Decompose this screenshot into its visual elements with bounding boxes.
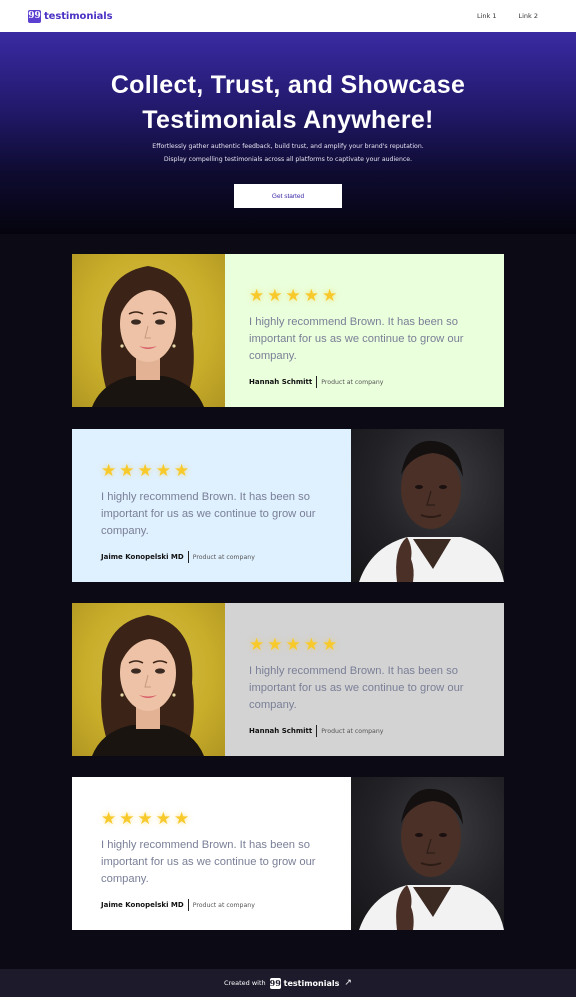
logo[interactable]: 99 testimonials [28, 9, 113, 23]
hero-title: Collect, Trust, and Showcase Testimonial… [0, 68, 576, 138]
star-icon: ★ [137, 461, 153, 481]
customer-photo [72, 603, 225, 756]
star-icon: ★ [322, 286, 338, 306]
star-icon: ★ [137, 809, 153, 829]
author: Hannah Schmitt Product at company [249, 376, 383, 388]
author: Jaime Konopelski MD Product at company [101, 551, 255, 563]
divider [187, 551, 189, 563]
rating-stars: ★ ★ ★ ★ ★ [249, 288, 337, 305]
man-portrait-image [351, 777, 504, 930]
testimonial-quote: I highly recommend Brown. It has been so… [249, 665, 464, 711]
star-icon: ★ [303, 286, 319, 306]
rating-stars: ★ ★ ★ ★ ★ [249, 637, 337, 654]
star-icon: ★ [285, 286, 301, 306]
rating-stars: ★ ★ ★ ★ ★ [101, 463, 189, 480]
woman-portrait-image [72, 603, 225, 756]
author-name: Jaime Konopelski MD [101, 553, 184, 561]
testimonial-quote: I highly recommend Brown. It has been so… [249, 316, 464, 362]
star-icon: ★ [303, 635, 319, 655]
hero-subtitle-line-1: Effortlessly gather authentic feedback, … [152, 143, 424, 150]
star-icon: ★ [285, 635, 301, 655]
author-name: Jaime Konopelski MD [101, 901, 184, 909]
star-icon: ★ [249, 286, 265, 306]
top-nav: 99 testimonials Link 1 Link 2 [0, 0, 576, 32]
author-name: Hannah Schmitt [249, 727, 313, 735]
testimonial-quote: I highly recommend Brown. It has been so… [101, 491, 316, 537]
star-icon: ★ [322, 635, 338, 655]
testimonial-card: ★ ★ ★ ★ ★ I highly recommend Brown. It h… [72, 603, 504, 756]
testimonial-content: ★ ★ ★ ★ ★ I highly recommend Brown. It h… [72, 429, 351, 582]
star-icon: ★ [249, 635, 265, 655]
testimonial-quote: I highly recommend Brown. It has been so… [101, 839, 316, 885]
testimonial-content: ★ ★ ★ ★ ★ I highly recommend Brown. It h… [225, 603, 504, 756]
author-name: Hannah Schmitt [249, 378, 313, 386]
footer-brand: testimonials [283, 978, 340, 988]
star-icon: ★ [155, 809, 171, 829]
get-started-button[interactable]: Get started [234, 184, 342, 208]
testimonial-content: ★ ★ ★ ★ ★ I highly recommend Brown. It h… [72, 777, 351, 930]
author-role: Product at company [192, 553, 255, 561]
footer-credit: Created with [224, 979, 266, 987]
star-icon: ★ [174, 461, 190, 481]
star-icon: ★ [267, 286, 283, 306]
hero-subtitle: Effortlessly gather authentic feedback, … [0, 140, 576, 166]
man-portrait-image [351, 429, 504, 582]
customer-photo [72, 254, 225, 407]
testimonial-card: ★ ★ ★ ★ ★ I highly recommend Brown. It h… [72, 429, 504, 582]
star-icon: ★ [101, 809, 117, 829]
star-icon: ★ [267, 635, 283, 655]
nav-link-1[interactable]: Link 1 [477, 12, 497, 20]
testimonial-card: ★ ★ ★ ★ ★ I highly recommend Brown. It h… [72, 254, 504, 407]
divider [316, 376, 318, 388]
logo-text: testimonials [44, 10, 113, 22]
footer: Created with 99 testimonials ↗ [0, 969, 576, 997]
author: Jaime Konopelski MD Product at company [101, 899, 255, 911]
divider [187, 899, 189, 911]
woman-portrait-image [72, 254, 225, 407]
nav-links: Link 1 Link 2 [477, 12, 538, 20]
testimonial-content: ★ ★ ★ ★ ★ I highly recommend Brown. It h… [225, 254, 504, 407]
star-icon: ★ [101, 461, 117, 481]
testimonial-card: ★ ★ ★ ★ ★ I highly recommend Brown. It h… [72, 777, 504, 930]
star-icon: ★ [119, 809, 135, 829]
hero: Collect, Trust, and Showcase Testimonial… [0, 32, 576, 234]
customer-photo [351, 777, 504, 930]
author: Hannah Schmitt Product at company [249, 725, 383, 737]
nav-link-2[interactable]: Link 2 [518, 12, 538, 20]
rating-stars: ★ ★ ★ ★ ★ [101, 811, 189, 828]
footer-brand-link[interactable]: 99 testimonials ↗ [269, 977, 352, 989]
hero-title-line-2: Testimonials Anywhere! [142, 106, 434, 134]
star-icon: ★ [155, 461, 171, 481]
star-icon: ★ [119, 461, 135, 481]
customer-photo [351, 429, 504, 582]
divider [316, 725, 318, 737]
external-link-icon: ↗ [344, 978, 352, 988]
quote-logo-icon: 99 [269, 977, 281, 989]
star-icon: ★ [174, 809, 190, 829]
author-role: Product at company [192, 901, 255, 909]
quote-logo-icon: 99 [28, 9, 41, 23]
author-role: Product at company [321, 378, 384, 386]
hero-subtitle-line-2: Display compelling testimonials across a… [163, 156, 413, 163]
author-role: Product at company [321, 727, 384, 735]
hero-title-line-1: Collect, Trust, and Showcase [110, 71, 466, 99]
